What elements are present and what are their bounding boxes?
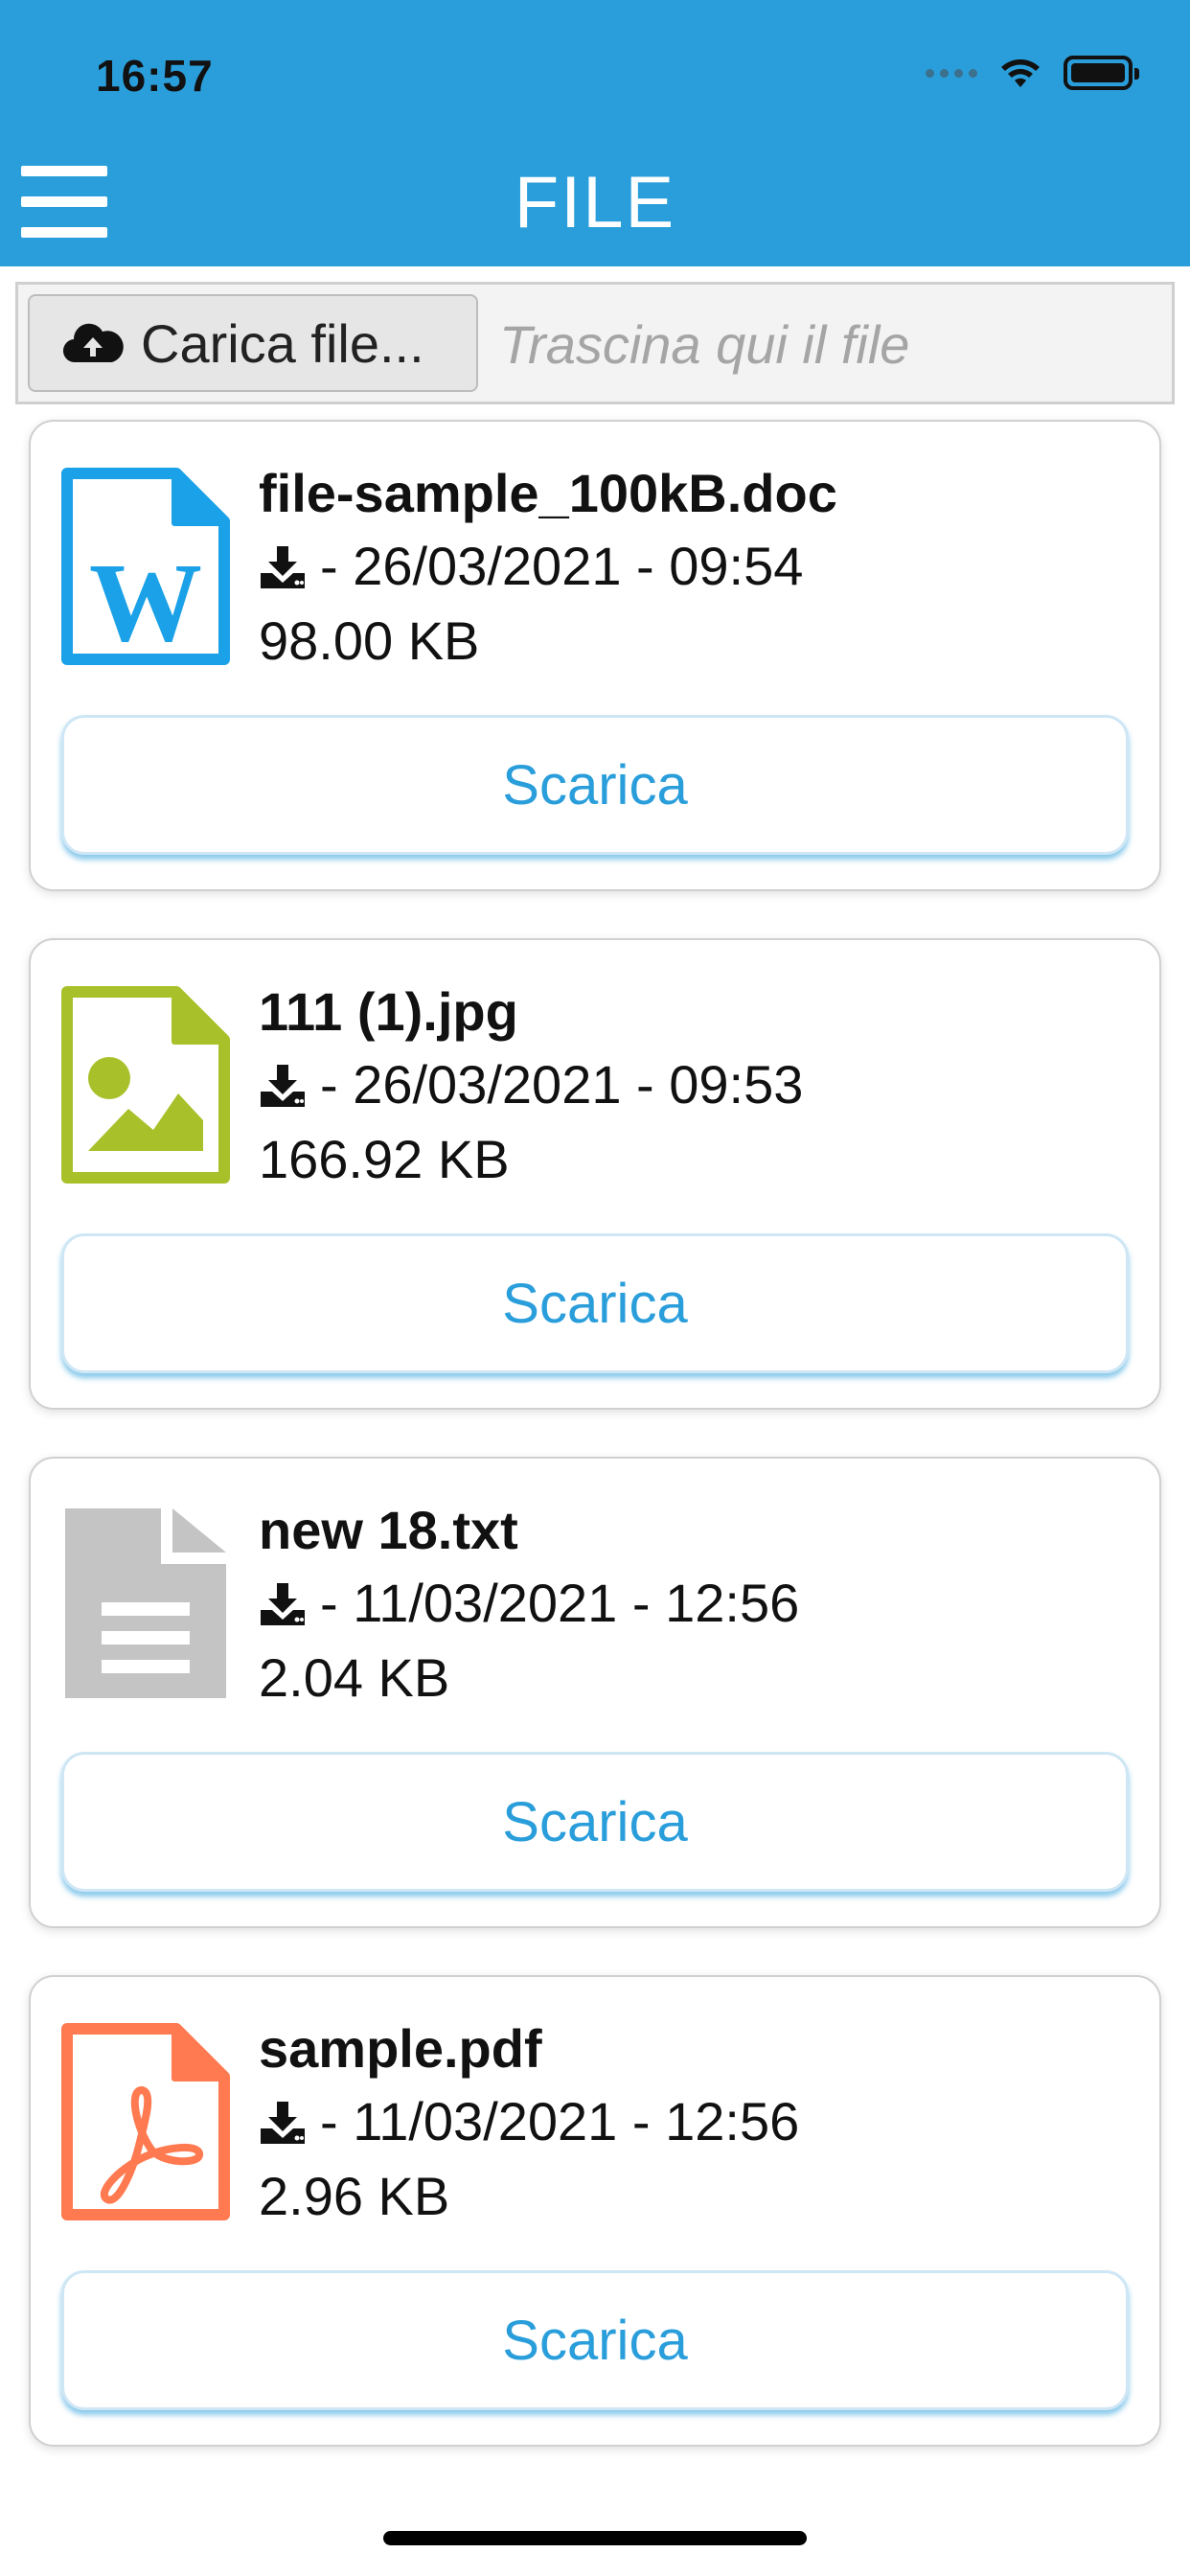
upload-bar: Carica file... Trascina qui il file xyxy=(15,282,1175,404)
drop-zone-placeholder[interactable]: Trascina qui il file xyxy=(499,313,909,376)
file-size: 2.04 KB xyxy=(259,1647,450,1708)
status-icons xyxy=(926,56,1139,90)
status-time: 16:57 xyxy=(96,51,214,101)
file-size: 166.92 KB xyxy=(259,1129,510,1189)
upload-file-button[interactable]: Carica file... xyxy=(28,294,478,392)
download-button[interactable]: Scarica xyxy=(61,1233,1129,1373)
page-title: FILE xyxy=(514,162,676,243)
download-button[interactable]: Scarica xyxy=(61,2270,1129,2410)
file-name: 111 (1).jpg xyxy=(259,981,518,1042)
word-document-icon: W xyxy=(61,468,230,665)
download-tray-icon xyxy=(261,1064,305,1107)
upload-button-label: Carica file... xyxy=(141,312,424,374)
file-name: file-sample_100kB.doc xyxy=(259,463,837,523)
file-meta: - 11/03/2021 - 12:56 xyxy=(259,1572,799,1634)
file-meta: - 26/03/2021 - 09:54 xyxy=(259,535,803,597)
file-name: sample.pdf xyxy=(259,2018,542,2079)
file-name: new 18.txt xyxy=(259,1500,518,1560)
wifi-icon xyxy=(1001,59,1040,87)
download-tray-icon xyxy=(261,1582,305,1625)
download-tray-icon xyxy=(261,2101,305,2144)
file-card: 111 (1).jpg - 26/03/2021 - 09:53 166.92 … xyxy=(29,938,1161,1410)
file-card: sample.pdf - 11/03/2021 - 12:56 2.96 KB … xyxy=(29,1975,1161,2447)
download-tray-icon xyxy=(261,545,305,588)
download-button[interactable]: Scarica xyxy=(61,1752,1129,1892)
file-meta: - 11/03/2021 - 12:56 xyxy=(259,2090,799,2152)
file-date: - 11/03/2021 - 12:56 xyxy=(320,1573,800,1633)
file-date: - 26/03/2021 - 09:54 xyxy=(320,536,804,596)
file-size: 2.96 KB xyxy=(259,2166,450,2226)
file-card: new 18.txt - 11/03/2021 - 12:56 2.04 KB … xyxy=(29,1457,1161,1928)
cellular-signal-icon xyxy=(926,68,977,78)
image-file-icon xyxy=(61,986,230,1184)
file-card: W file-sample_100kB.doc - 26/03/2021 - 0… xyxy=(29,420,1161,891)
file-date: - 26/03/2021 - 09:53 xyxy=(320,1054,804,1115)
app-header: 16:57 FILE xyxy=(0,0,1190,266)
file-date: - 11/03/2021 - 12:56 xyxy=(320,2091,800,2151)
file-size: 98.00 KB xyxy=(259,610,480,671)
cloud-upload-icon xyxy=(62,323,124,363)
text-file-icon xyxy=(65,1508,226,1698)
svg-text:W: W xyxy=(89,540,202,665)
home-indicator[interactable] xyxy=(383,2531,807,2545)
file-meta: - 26/03/2021 - 09:53 xyxy=(259,1053,803,1116)
battery-icon xyxy=(1064,56,1139,90)
download-button[interactable]: Scarica xyxy=(61,715,1129,855)
pdf-file-icon xyxy=(61,2023,230,2220)
